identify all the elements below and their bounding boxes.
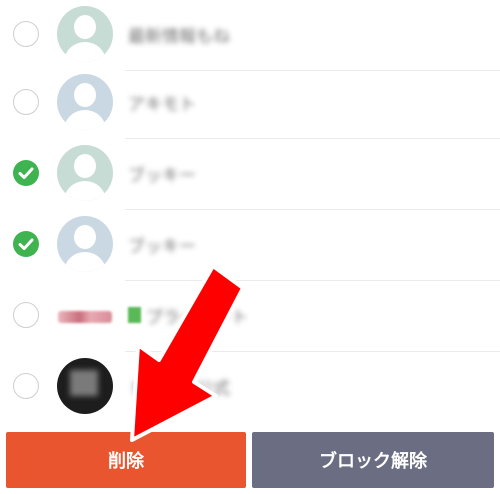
avatar bbox=[57, 74, 113, 130]
avatar bbox=[57, 6, 113, 62]
green-badge-icon bbox=[128, 307, 141, 323]
avatar bbox=[57, 358, 113, 414]
user-name: トクテン公式 bbox=[128, 379, 230, 399]
avatar bbox=[57, 216, 113, 272]
list-item[interactable]: ブッキー bbox=[0, 139, 500, 210]
checkbox-unchecked-icon[interactable] bbox=[13, 21, 39, 47]
list-item[interactable]: アキモト bbox=[0, 68, 500, 139]
user-name: 最新情報もね bbox=[128, 27, 230, 47]
checkbox-checked-icon[interactable] bbox=[13, 231, 39, 257]
user-name: ブッキー bbox=[128, 237, 196, 257]
avatar bbox=[57, 145, 113, 201]
unblock-button[interactable]: ブロック解除 bbox=[252, 432, 494, 488]
checkbox-unchecked-icon[interactable] bbox=[13, 373, 39, 399]
list-item[interactable]: 最新情報もね bbox=[0, 0, 500, 71]
list-item[interactable]: ブッキー bbox=[0, 210, 500, 281]
list-item[interactable]: プライベート bbox=[0, 281, 500, 352]
list-item[interactable]: トクテン公式 bbox=[0, 352, 500, 423]
action-bar: 削除 ブロック解除 bbox=[0, 424, 500, 494]
brand-logo-icon bbox=[58, 311, 112, 323]
delete-button[interactable]: 削除 bbox=[6, 432, 246, 488]
checkbox-unchecked-icon[interactable] bbox=[13, 302, 39, 328]
checkbox-checked-icon[interactable] bbox=[13, 160, 39, 186]
user-name: アキモト bbox=[128, 95, 196, 115]
user-name: ブッキー bbox=[128, 166, 196, 186]
user-name: プライベート bbox=[146, 308, 248, 328]
checkbox-unchecked-icon[interactable] bbox=[13, 89, 39, 115]
